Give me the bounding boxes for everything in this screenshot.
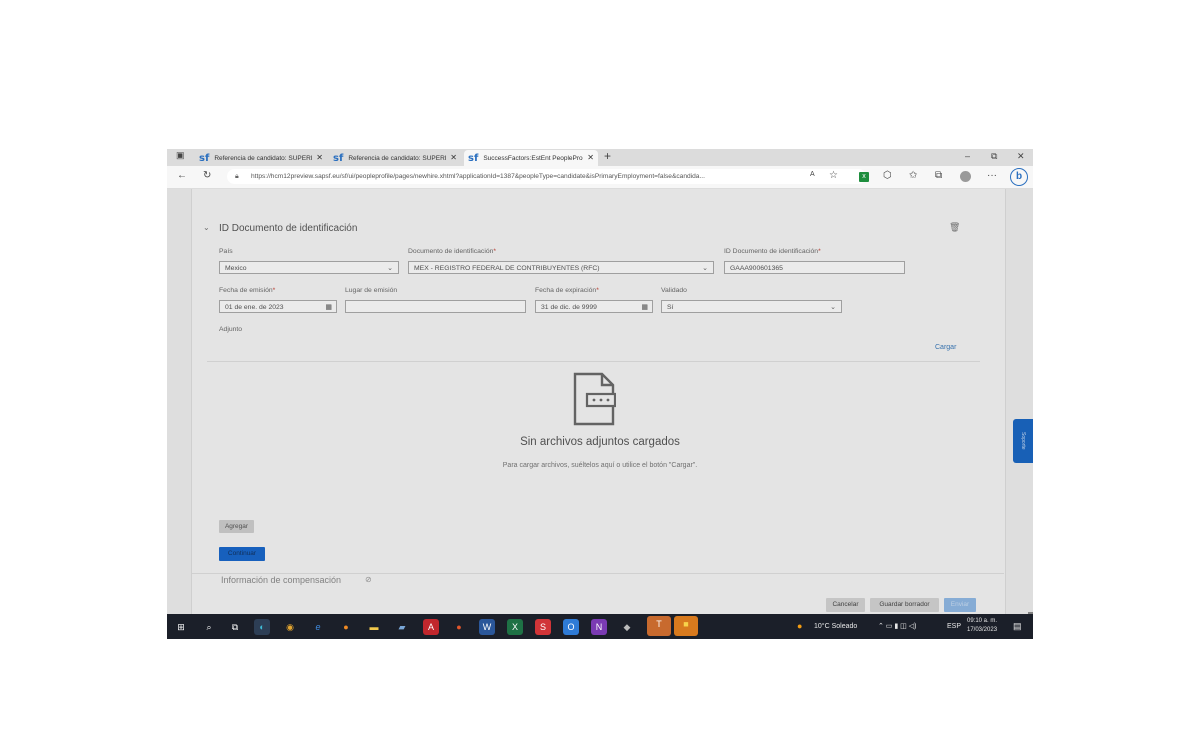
submit-button[interactable]: Enviar — [944, 598, 976, 612]
sticky-notes-icon[interactable]: ■ — [674, 616, 698, 636]
profile-avatar[interactable] — [960, 171, 971, 182]
excel-extension-icon[interactable]: x — [859, 172, 869, 182]
empty-state-title: Sin archivos adjuntos cargados — [520, 436, 680, 448]
windows-taskbar: ⊞ ⌕ ⧉ ◐ ◉ e ● ▬ ▰ A ● W X S O N ◆ T ■ ● … — [167, 614, 1033, 639]
weather-icon: ● — [797, 621, 803, 631]
document-id-label: ID Documento de identificación* — [724, 248, 821, 255]
country-select[interactable]: Mexico ⌄ — [219, 261, 399, 274]
new-tab-icon[interactable]: + — [604, 149, 611, 163]
onenote-icon[interactable]: N — [591, 619, 607, 635]
extensions-icon[interactable]: ⬡ — [883, 170, 892, 181]
excel-icon[interactable]: X — [507, 619, 523, 635]
close-window-icon[interactable]: ✕ — [1017, 151, 1025, 162]
issue-place-input[interactable] — [345, 300, 526, 313]
country-label: País — [219, 248, 233, 255]
address-bar: ← ↻ 🔒︎ https://hcm12preview.sapsf.eu/sf/… — [167, 166, 1033, 189]
add-button[interactable]: Agregar — [219, 520, 254, 533]
favorite-icon[interactable]: ☆ — [829, 170, 838, 181]
restore-icon[interactable]: ⧉ — [991, 151, 997, 162]
tab-1[interactable]: sf Referencia de candidato: SUPERI ✕ — [195, 150, 327, 166]
minimize-icon[interactable]: – — [965, 151, 970, 161]
chevron-down-icon[interactable]: ⌄ — [203, 223, 210, 232]
chrome-icon[interactable]: ◉ — [282, 619, 298, 635]
cancel-button[interactable]: Cancelar — [826, 598, 865, 612]
weather-text[interactable]: 10°C Soleado — [814, 623, 857, 630]
page-content: ⌄ ID Documento de identificación 🗑︎ País… — [167, 189, 1033, 639]
close-tab-icon[interactable]: ✕ — [316, 153, 323, 162]
sf-logo-icon: sf — [199, 152, 210, 164]
document-icon — [573, 372, 616, 426]
tab-3-active[interactable]: sf SuccessFactors:EstEnt PeoplePro ✕ — [464, 150, 598, 166]
search-icon[interactable]: ⌕ — [201, 619, 217, 635]
document-type-select[interactable]: MEX - REGISTRO FEDERAL DE CONTRIBUYENTES… — [408, 261, 714, 274]
save-draft-button[interactable]: Guardar borrador — [870, 598, 939, 612]
firefox-icon[interactable]: ● — [338, 619, 354, 635]
tray-icons[interactable]: ⌃ ▭ ▮ ◫ ◁) — [878, 622, 916, 630]
word-icon[interactable]: W — [479, 619, 495, 635]
clock-date[interactable]: 17/03/2023 — [967, 627, 997, 633]
validated-select[interactable]: Sí ⌄ — [661, 300, 842, 313]
bing-icon[interactable]: b — [1010, 168, 1028, 186]
teams-icon[interactable]: T — [647, 616, 671, 636]
tab-actions-icon[interactable]: ▣ — [176, 150, 185, 161]
favorites-icon[interactable]: ✩ — [909, 170, 917, 181]
calendar-icon[interactable]: ▦ — [641, 301, 648, 312]
collections-icon[interactable]: ⧉ — [935, 170, 942, 181]
divider — [207, 361, 980, 362]
calendar-icon[interactable]: ▦ — [325, 301, 332, 312]
chevron-down-icon: ⌄ — [387, 265, 393, 272]
upload-link[interactable]: Cargar — [935, 344, 956, 351]
section-title: ID Documento de identificación — [219, 223, 358, 234]
language-indicator[interactable]: ESP — [947, 623, 961, 630]
back-icon[interactable]: ← — [177, 170, 187, 181]
file-explorer-icon[interactable]: ▬ — [366, 619, 382, 635]
lock-icon: 🔒︎ — [235, 173, 239, 180]
read-aloud-icon[interactable]: A — [810, 171, 815, 178]
chevron-down-icon: ⌄ — [830, 304, 836, 311]
expiration-date-label: Fecha de expiración* — [535, 287, 599, 294]
more-options-icon[interactable]: ··· — [987, 170, 997, 181]
issue-place-label: Lugar de emisión — [345, 287, 398, 294]
app-red-icon[interactable]: S — [535, 619, 551, 635]
screen: ▣ sf Referencia de candidato: SUPERI ✕ s… — [167, 149, 1033, 639]
app-gray-icon[interactable]: ◆ — [619, 619, 635, 635]
check-circle-icon: ⊘ — [365, 575, 372, 584]
task-view-icon[interactable]: ⧉ — [227, 619, 243, 635]
attachment-label: Adjunto — [219, 326, 243, 333]
sf-logo-icon: sf — [333, 152, 344, 164]
issue-date-label: Fecha de emisión* — [219, 287, 276, 294]
expiration-date-input[interactable]: 31 de dic. de 9999 ▦ — [535, 300, 653, 313]
document-id-input[interactable]: GAAA900601365 — [724, 261, 905, 274]
acrobat-icon[interactable]: A — [423, 619, 439, 635]
validated-label: Validado — [661, 287, 687, 294]
browser-tab-bar: ▣ sf Referencia de candidato: SUPERI ✕ s… — [167, 149, 1033, 166]
document-type-label: Documento de identificación* — [408, 248, 497, 255]
issue-date-input[interactable]: 01 de ene. de 2023 ▦ — [219, 300, 337, 313]
close-tab-icon[interactable]: ✕ — [587, 153, 594, 162]
clock-time[interactable]: 09:10 a. m. — [967, 618, 997, 624]
chevron-down-icon: ⌄ — [702, 265, 708, 272]
app-orange-icon[interactable]: ● — [451, 619, 467, 635]
edge-browser-icon[interactable]: ◐ — [254, 619, 270, 635]
empty-state-hint: Para cargar archivos, suéltelos aquí o u… — [502, 462, 698, 469]
compensation-section-title[interactable]: Información de compensación — [221, 575, 341, 585]
url-field[interactable]: 🔒︎ https://hcm12preview.sapsf.eu/sf/ui/p… — [227, 169, 866, 184]
outlook-icon[interactable]: O — [563, 619, 579, 635]
section-separator — [192, 573, 1004, 574]
app-icon[interactable]: ▰ — [394, 619, 410, 635]
continue-button[interactable]: Continuar — [219, 547, 265, 561]
delete-icon[interactable]: 🗑︎ — [949, 222, 960, 233]
refresh-icon[interactable]: ↻ — [203, 170, 211, 181]
notifications-icon[interactable]: ▤ — [1013, 621, 1022, 632]
support-side-tab[interactable]: Soporte — [1013, 419, 1033, 463]
close-tab-icon[interactable]: ✕ — [450, 153, 457, 162]
windows-start-icon[interactable]: ⊞ — [173, 619, 189, 635]
tab-2[interactable]: sf Referencia de candidato: SUPERI ✕ — [329, 150, 461, 166]
sf-logo-icon: sf — [468, 152, 479, 164]
internet-explorer-icon[interactable]: e — [310, 619, 326, 635]
